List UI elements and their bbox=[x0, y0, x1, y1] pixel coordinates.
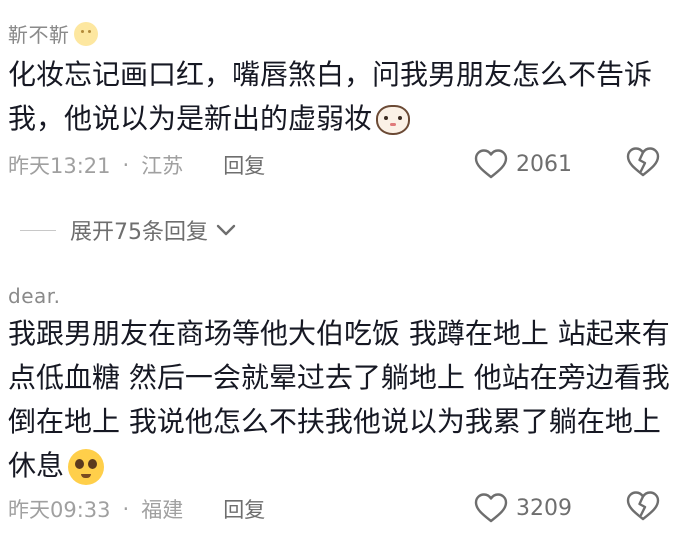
divider-line bbox=[20, 229, 56, 231]
comment-location: 江苏 bbox=[141, 154, 184, 178]
dislike-button[interactable] bbox=[626, 490, 660, 526]
cat-face-emoji-icon bbox=[376, 105, 411, 135]
like-button[interactable]: 2061 bbox=[474, 148, 582, 180]
comment-body[interactable]: 我跟男朋友在商场等他大伯吃饭 我蹲在地上 站起来有点低血糖 然后一会就晕过去了躺… bbox=[8, 312, 680, 488]
heart-icon[interactable] bbox=[474, 148, 508, 180]
comment-meta: 昨天09:33 · 福建 回复 bbox=[8, 494, 265, 524]
comment-body[interactable]: 化妆忘记画口红，嘴唇煞白，问我男朋友怎么不告诉我，他说以为是新出的虚弱妆 bbox=[8, 53, 680, 141]
comment-username[interactable]: 靳不靳 bbox=[8, 19, 98, 48]
comment-text: 化妆忘记画口红，嘴唇煞白，问我男朋友怎么不告诉我，他说以为是新出的虚弱妆 bbox=[8, 58, 653, 135]
separator-dot: · bbox=[122, 153, 130, 177]
slight-smile-emoji-icon bbox=[73, 21, 98, 46]
like-count: 3209 bbox=[516, 495, 572, 521]
separator-dot: · bbox=[122, 497, 130, 521]
comment-time: 昨天13:21 bbox=[8, 154, 111, 178]
chevron-down-icon[interactable] bbox=[216, 223, 236, 237]
heart-icon[interactable] bbox=[474, 492, 508, 524]
pleading-face-emoji-icon bbox=[68, 449, 105, 485]
expand-replies-button[interactable]: 展开75条回复 bbox=[20, 214, 236, 246]
broken-heart-icon[interactable] bbox=[626, 490, 660, 522]
comment-text: 我跟男朋友在商场等他大伯吃饭 我蹲在地上 站起来有点低血糖 然后一会就晕过去了躺… bbox=[8, 317, 670, 482]
reply-button[interactable]: 回复 bbox=[223, 150, 265, 180]
dislike-button[interactable] bbox=[626, 146, 660, 182]
comment-meta: 昨天13:21 · 江苏 回复 bbox=[8, 150, 265, 180]
expand-replies-label[interactable]: 展开75条回复 bbox=[70, 214, 208, 246]
reply-button[interactable]: 回复 bbox=[223, 494, 265, 524]
comment-time: 昨天09:33 bbox=[8, 498, 111, 522]
comment-actions: 3209 bbox=[474, 490, 660, 526]
like-count: 2061 bbox=[516, 151, 572, 177]
username-text[interactable]: 靳不靳 bbox=[8, 19, 70, 48]
comment-username[interactable]: dear. bbox=[8, 284, 61, 308]
comment-location: 福建 bbox=[141, 498, 184, 522]
comment-actions: 2061 bbox=[474, 146, 660, 182]
broken-heart-icon[interactable] bbox=[626, 146, 660, 178]
username-text[interactable]: dear. bbox=[8, 284, 61, 308]
like-button[interactable]: 3209 bbox=[474, 492, 582, 524]
